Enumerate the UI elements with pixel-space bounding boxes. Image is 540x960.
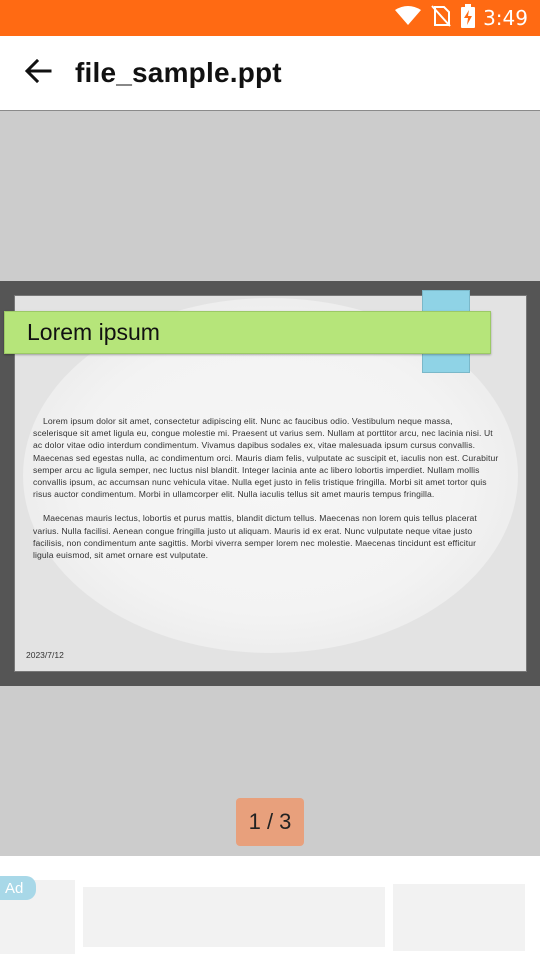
ad-label-badge: Ad <box>0 876 36 900</box>
status-bar: 3:49 <box>0 0 540 36</box>
arrow-left-icon <box>24 58 52 88</box>
slide-date: 2023/7/12 <box>26 650 64 660</box>
no-sim-icon <box>431 4 451 32</box>
slide-body-text: Lorem ipsum dolor sit amet, consectetur … <box>33 415 499 573</box>
back-button[interactable] <box>0 36 75 111</box>
status-icons <box>395 3 476 33</box>
page-indicator: 1 / 3 <box>236 798 304 846</box>
slide-title: Lorem ipsum <box>27 319 160 345</box>
slide-paragraph-2: Maecenas mauris lectus, lobortis et puru… <box>33 513 477 561</box>
slide-title-banner: Lorem ipsum <box>4 311 491 354</box>
ad-banner[interactable] <box>0 856 540 960</box>
slide-paragraph-1: Lorem ipsum dolor sit amet, consectetur … <box>33 416 499 500</box>
page-title: file_sample.ppt <box>75 57 282 88</box>
app-bar: file_sample.ppt <box>0 36 540 111</box>
clock-time: 3:49 <box>483 6 528 30</box>
battery-charging-icon <box>461 3 476 33</box>
ad-text-block[interactable] <box>83 887 385 947</box>
ad-cta-block[interactable] <box>393 884 525 951</box>
wifi-icon <box>395 5 422 31</box>
